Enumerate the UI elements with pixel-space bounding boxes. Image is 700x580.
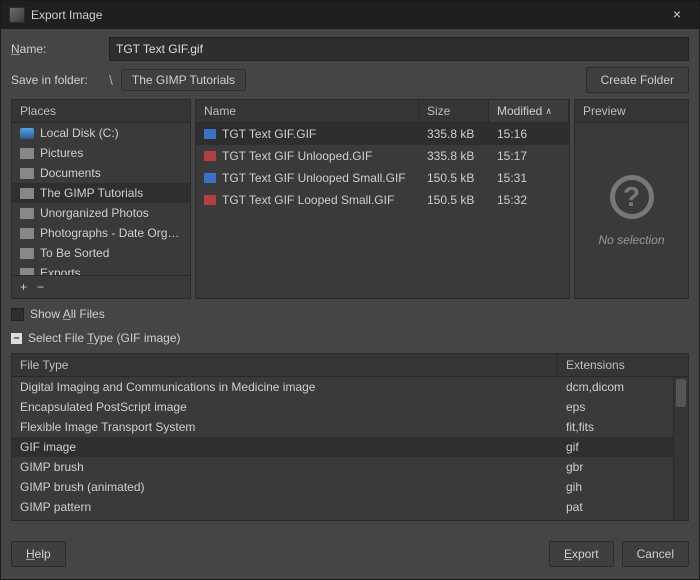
- path-separator-icon: \: [109, 72, 113, 88]
- file-type-row[interactable]: Flexible Image Transport Systemfit,fits: [12, 417, 688, 437]
- file-name: TGT Text GIF Looped Small.GIF: [222, 193, 394, 207]
- places-item-label: Exports: [40, 266, 81, 275]
- file-name: TGT Text GIF.GIF: [222, 127, 316, 141]
- file-icon: [204, 173, 216, 183]
- places-panel: Places Local Disk (C:) Pictures Documents T…: [11, 99, 191, 299]
- sort-asc-icon: ∧: [545, 106, 552, 117]
- file-row[interactable]: TGT Text GIF Unlooped.GIF 335.8 kB15:17: [196, 145, 569, 167]
- folder-icon: [20, 168, 34, 179]
- file-type-ext: gif: [558, 440, 688, 454]
- col-file-type[interactable]: File Type: [12, 354, 558, 376]
- places-item-label: To Be Sorted: [40, 246, 109, 260]
- folder-icon: [20, 228, 34, 239]
- file-modified: 15:16: [489, 125, 569, 143]
- save-in-folder-label: Save in folder:: [11, 73, 101, 87]
- show-all-files-label: Show All Files: [30, 307, 105, 321]
- places-item[interactable]: Photographs - Date Org…: [12, 223, 190, 243]
- col-name[interactable]: Name: [196, 100, 419, 122]
- file-row[interactable]: TGT Text GIF Unlooped Small.GIF 150.5 kB1…: [196, 167, 569, 189]
- cancel-button[interactable]: Cancel: [622, 541, 689, 567]
- places-item-label: Unorganized Photos: [40, 206, 149, 220]
- file-type-row[interactable]: GIMP brushgbr: [12, 457, 688, 477]
- file-modified: 15:31: [489, 169, 569, 187]
- places-header: Places: [12, 100, 190, 123]
- folder-icon: [20, 208, 34, 219]
- places-item-label: Photographs - Date Org…: [40, 226, 179, 240]
- preview-panel: Preview ? No selection: [574, 99, 689, 299]
- file-type-list: File Type Extensions Digital Imaging and…: [11, 353, 689, 521]
- places-item[interactable]: To Be Sorted: [12, 243, 190, 263]
- file-type-name: GIMP brush (animated): [12, 480, 558, 494]
- export-image-dialog: Export Image × Name: Save in folder: \ T…: [0, 0, 700, 580]
- places-item[interactable]: Unorganized Photos: [12, 203, 190, 223]
- places-item[interactable]: Pictures: [12, 143, 190, 163]
- places-item[interactable]: Documents: [12, 163, 190, 183]
- file-type-ext: dcm,dicom: [558, 380, 688, 394]
- places-item-label: Documents: [40, 166, 101, 180]
- file-type-row[interactable]: Encapsulated PostScript imageeps: [12, 397, 688, 417]
- file-size: 335.8 kB: [419, 125, 489, 143]
- create-folder-button[interactable]: Create Folder: [586, 67, 689, 93]
- disk-icon: [20, 128, 34, 139]
- folder-icon: [20, 248, 34, 259]
- remove-place-button[interactable]: −: [37, 280, 44, 294]
- places-item[interactable]: Exports: [12, 263, 190, 275]
- file-size: 150.5 kB: [419, 191, 489, 209]
- file-name: TGT Text GIF Unlooped Small.GIF: [222, 171, 406, 185]
- select-file-type-expander[interactable]: – Select File Type (GIF image): [11, 329, 689, 347]
- file-modified: 15:17: [489, 147, 569, 165]
- file-type-row[interactable]: GIMP patternpat: [12, 497, 688, 517]
- file-type-name: Flexible Image Transport System: [12, 420, 558, 434]
- file-row[interactable]: TGT Text GIF.GIF 335.8 kB15:16: [196, 123, 569, 145]
- app-icon: [9, 7, 25, 23]
- file-row[interactable]: TGT Text GIF Looped Small.GIF 150.5 kB15:…: [196, 189, 569, 211]
- places-item[interactable]: The GIMP Tutorials: [12, 183, 190, 203]
- places-item-label: The GIMP Tutorials: [40, 186, 143, 200]
- path-segment[interactable]: The GIMP Tutorials: [121, 69, 246, 91]
- file-type-ext: gih: [558, 480, 688, 494]
- file-name: TGT Text GIF Unlooped.GIF: [222, 149, 372, 163]
- file-type-ext: gbr: [558, 460, 688, 474]
- close-icon[interactable]: ×: [663, 5, 691, 25]
- file-type-name: GIMP brush: [12, 460, 558, 474]
- name-label: Name:: [11, 42, 101, 56]
- folder-icon: [20, 148, 34, 159]
- file-size: 150.5 kB: [419, 169, 489, 187]
- col-modified[interactable]: Modified ∧: [489, 100, 569, 122]
- filename-input[interactable]: [109, 37, 689, 61]
- export-button[interactable]: Export: [549, 541, 614, 567]
- window-title: Export Image: [31, 8, 663, 22]
- file-icon: [204, 151, 216, 161]
- no-selection-label: No selection: [598, 233, 664, 247]
- file-modified: 15:32: [489, 191, 569, 209]
- collapse-icon: –: [11, 333, 22, 344]
- file-type-ext: pat: [558, 500, 688, 514]
- folder-icon: [20, 188, 34, 199]
- file-list-panel: Name Size Modified ∧ TGT Text GIF.GIF 335…: [195, 99, 570, 299]
- places-item-label: Local Disk (C:): [40, 126, 119, 140]
- file-size: 335.8 kB: [419, 147, 489, 165]
- col-extensions[interactable]: Extensions: [558, 354, 688, 376]
- titlebar: Export Image ×: [1, 1, 699, 29]
- file-type-name: Encapsulated PostScript image: [12, 400, 558, 414]
- file-type-name: GIMP pattern: [12, 500, 558, 514]
- file-type-ext: fit,fits: [558, 420, 688, 434]
- file-type-name: Digital Imaging and Communications in Me…: [12, 380, 558, 394]
- places-item[interactable]: Local Disk (C:): [12, 123, 190, 143]
- no-preview-icon: ?: [610, 175, 654, 219]
- file-type-row[interactable]: Digital Imaging and Communications in Me…: [12, 377, 688, 397]
- file-icon: [204, 129, 216, 139]
- show-all-files-checkbox[interactable]: [11, 308, 24, 321]
- places-item-label: Pictures: [40, 146, 83, 160]
- file-icon: [204, 195, 216, 205]
- help-button[interactable]: Help: [11, 541, 66, 567]
- file-type-ext: eps: [558, 400, 688, 414]
- file-type-name: GIF image: [12, 440, 558, 454]
- folder-icon: [20, 268, 34, 276]
- file-type-row[interactable]: GIMP brush (animated)gih: [12, 477, 688, 497]
- col-size[interactable]: Size: [419, 100, 489, 122]
- preview-header: Preview: [575, 100, 688, 123]
- add-place-button[interactable]: +: [20, 280, 27, 294]
- file-type-row[interactable]: GIF imagegif: [12, 437, 688, 457]
